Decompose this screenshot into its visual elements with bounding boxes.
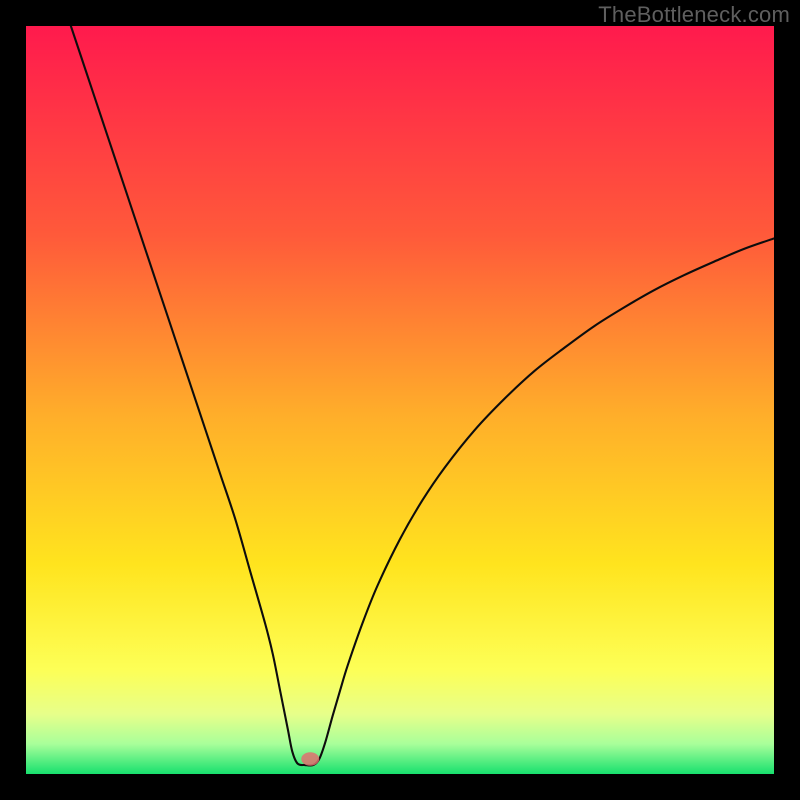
watermark-text: TheBottleneck.com xyxy=(598,2,790,28)
plot-area xyxy=(26,26,774,774)
minimum-marker xyxy=(301,752,319,765)
chart-frame: TheBottleneck.com xyxy=(0,0,800,800)
gradient-background xyxy=(26,26,774,774)
chart-svg xyxy=(26,26,774,774)
